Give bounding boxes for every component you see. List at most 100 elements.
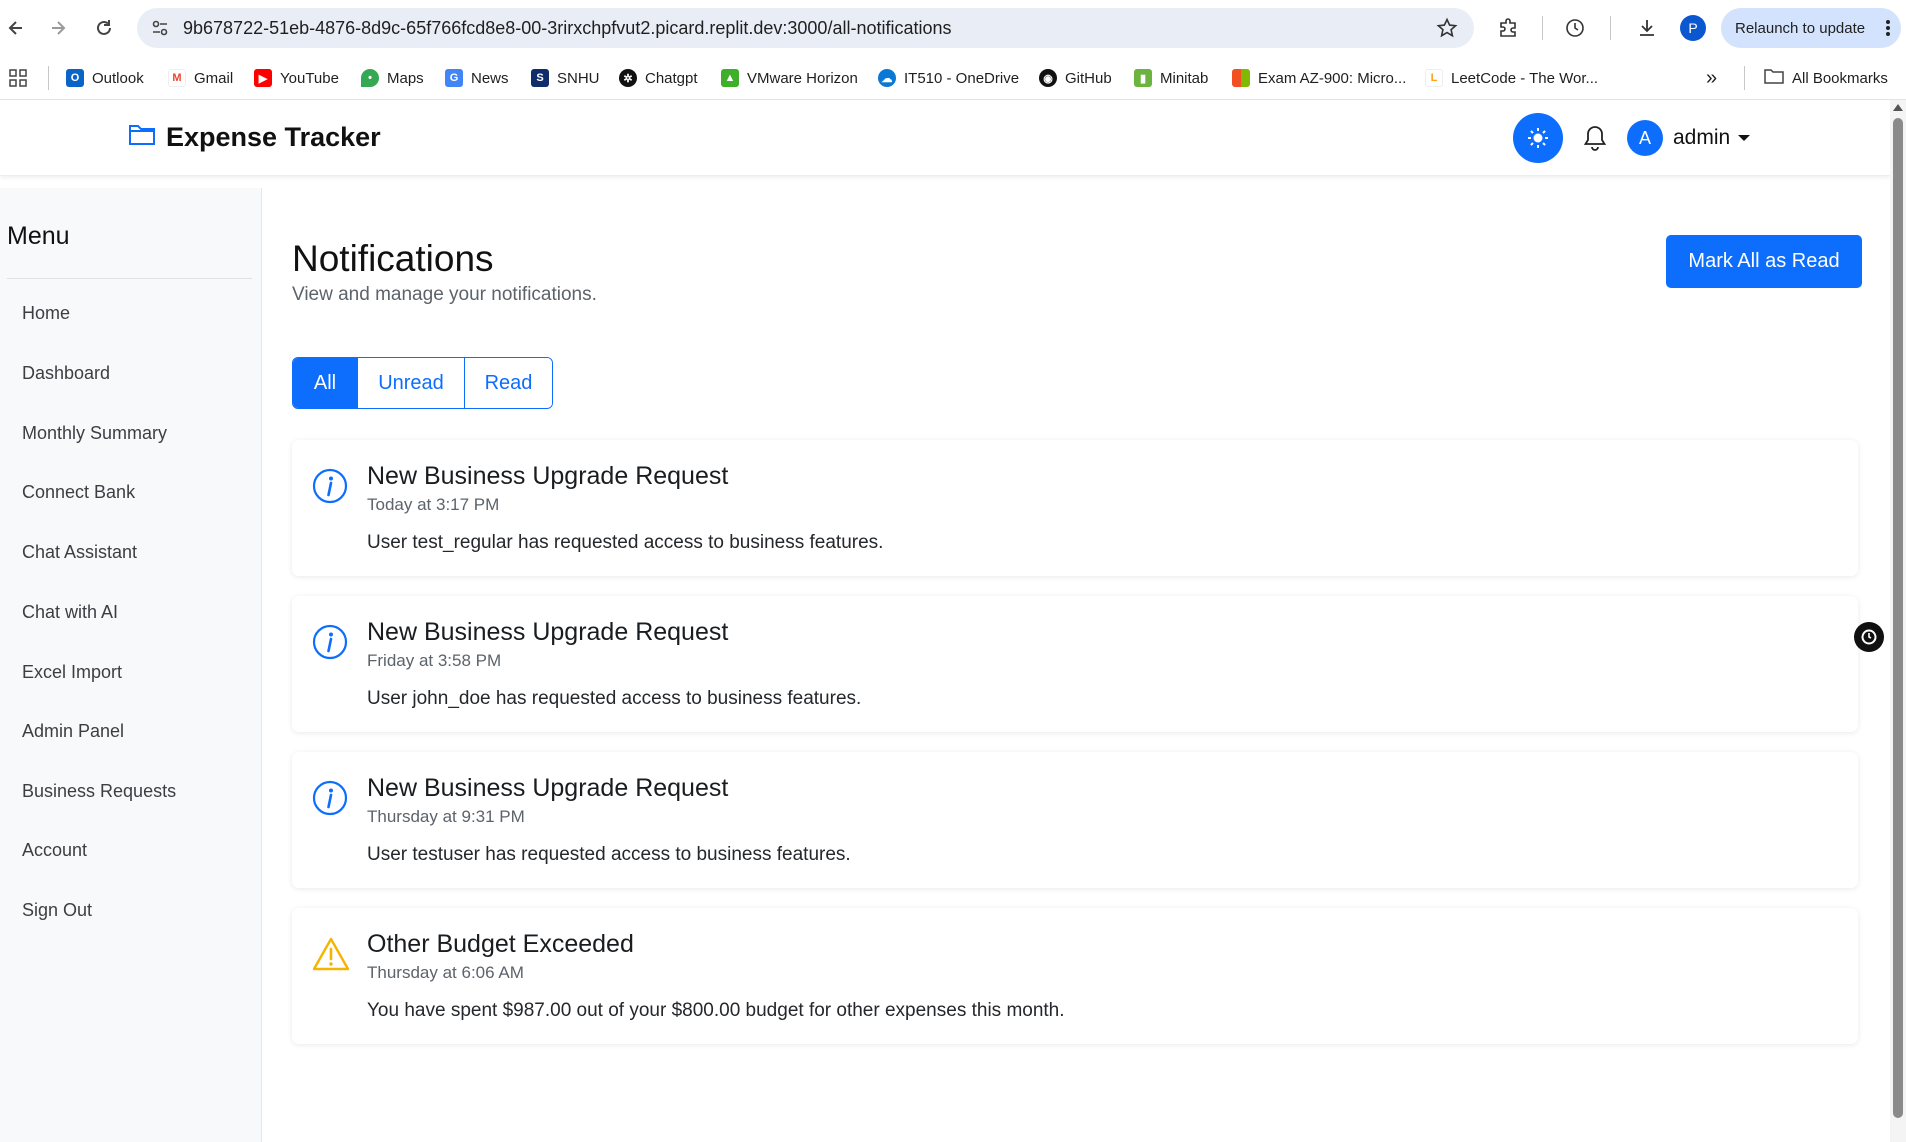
scrollbar-thumb[interactable] [1893,118,1903,1118]
gmail-icon: M [168,69,186,87]
mark-all-read-button[interactable]: Mark All as Read [1666,235,1862,288]
notification-message: You have spent $987.00 out of your $800.… [367,1000,1065,1021]
filter-unread-button[interactable]: Unread [358,358,465,408]
chatgpt-icon: ✲ [619,69,637,87]
info-icon [312,624,348,665]
info-icon [312,780,348,821]
bookmark-maps[interactable]: • Maps [361,66,424,90]
bookmarks-divider [48,66,49,90]
back-button[interactable] [2,14,30,42]
brand-link[interactable]: Expense Tracker [128,122,381,153]
bookmark-snhu[interactable]: S SNHU [531,66,600,90]
sidebar-item-business-requests[interactable]: Business Requests [22,781,176,802]
filter-read-button[interactable]: Read [465,358,552,408]
forward-button[interactable] [44,14,72,42]
sidebar-item-chat-with-ai[interactable]: Chat with AI [22,602,118,623]
bookmark-az900[interactable]: Exam AZ-900: Micro... [1232,66,1406,90]
brand-name: Expense Tracker [166,122,381,152]
maps-pin-icon: • [361,69,379,87]
outlook-icon: O [66,69,84,87]
sidebar-item-excel-import[interactable]: Excel Import [22,662,122,683]
notification-time: Friday at 3:58 PM [367,651,502,670]
chat-widget-icon[interactable] [1854,622,1884,652]
theme-toggle-button[interactable] [1513,113,1563,163]
vmware-horizon-icon: ▲ [721,69,739,87]
caret-down-icon [1738,135,1751,141]
notification-card[interactable]: New Business Upgrade Request Thursday at… [292,752,1858,888]
sidebar-item-chat-assistant[interactable]: Chat Assistant [22,542,137,563]
back-arrow-icon [8,21,22,35]
app-header: Expense Tracker A admin [0,100,1890,176]
sun-icon [1528,128,1548,148]
relaunch-button[interactable]: Relaunch to update [1721,8,1901,48]
username: admin [1673,126,1731,149]
onedrive-cloud-icon: ☁ [878,69,896,87]
page-subtitle: View and manage your notifications. [292,284,597,305]
folder-icon [128,122,156,153]
bookmark-leetcode[interactable]: L LeetCode - The Wor... [1425,66,1598,90]
notification-card[interactable]: New Business Upgrade Request Friday at 3… [292,596,1858,732]
bookmark-news[interactable]: G News [445,66,509,90]
info-icon [312,468,348,509]
profile-avatar[interactable]: P [1680,15,1706,41]
notification-card[interactable]: New Business Upgrade Request Today at 3:… [292,440,1858,576]
notifications-bell-icon[interactable] [1583,124,1607,157]
bookmarks-bar: O Outlook M Gmail ▶ YouTube • Maps G News S SN… [0,56,1906,100]
address-bar[interactable]: 9b678722-51eb-4876-8d9c-65f766fcd8e8-00-… [137,8,1474,48]
notification-title: New Business Upgrade Request [367,774,729,802]
notification-title: Other Budget Exceeded [367,930,634,958]
user-menu-dropdown[interactable]: admin [1673,126,1751,150]
sidebar-item-admin-panel[interactable]: Admin Panel [22,721,124,742]
snhu-shield-icon: S [531,69,549,87]
notification-title: New Business Upgrade Request [367,618,729,646]
all-bookmarks-button[interactable]: All Bookmarks [1764,66,1888,90]
reload-icon [97,20,111,35]
filter-button-group: All Unread Read [292,357,553,409]
sidebar-item-monthly-summary[interactable]: Monthly Summary [22,423,167,444]
sidebar-item-account[interactable]: Account [22,840,87,861]
minitab-icon: ▮ [1134,69,1152,87]
bookmark-youtube[interactable]: ▶ YouTube [254,66,339,90]
user-avatar[interactable]: A [1627,120,1663,156]
browser-toolbar: 9b678722-51eb-4876-8d9c-65f766fcd8e8-00-… [0,0,1906,56]
site-settings-icon[interactable] [151,19,169,42]
download-icon[interactable] [1633,14,1661,42]
url-text: 9b678722-51eb-4876-8d9c-65f766fcd8e8-00-… [183,18,952,38]
sidebar-item-connect-bank[interactable]: Connect Bank [22,482,135,503]
extensions-icon[interactable] [1494,14,1522,42]
page-title: Notifications [292,238,494,279]
bookmarks-divider [1744,66,1745,90]
notification-card[interactable]: Other Budget Exceeded Thursday at 6:06 A… [292,908,1858,1044]
notification-message: User testuser has requested access to bu… [367,844,851,865]
sidebar-title: Menu [7,222,70,250]
bookmark-onedrive[interactable]: ☁ IT510 - OneDrive [878,66,1019,90]
microsoft-logo-icon [1232,69,1250,87]
bookmark-gmail[interactable]: M Gmail [168,66,233,90]
bookmark-minitab[interactable]: ▮ Minitab [1134,66,1208,90]
page-scrollbar[interactable] [1890,100,1906,1142]
notification-time: Thursday at 9:31 PM [367,807,525,826]
bookmark-github[interactable]: ◉ GitHub [1039,66,1112,90]
main-content: Notifications View and manage your notif… [262,188,1890,1142]
notification-time: Today at 3:17 PM [367,495,500,514]
toolbar-divider [1542,16,1543,40]
forward-arrow-icon [52,21,66,35]
toolbar-divider [1610,16,1611,40]
reload-button[interactable] [90,14,118,42]
scroll-up-arrow-icon[interactable] [1893,104,1903,111]
bookmark-chatgpt[interactable]: ✲ Chatgpt [619,66,698,90]
filter-all-button[interactable]: All [293,358,358,408]
sidebar-item-dashboard[interactable]: Dashboard [22,363,110,384]
more-bookmarks-button[interactable]: » [1706,66,1717,90]
sidebar-item-sign-out[interactable]: Sign Out [22,900,92,921]
github-icon: ◉ [1039,69,1057,87]
history-icon[interactable] [1561,14,1589,42]
sidebar-item-home[interactable]: Home [22,303,70,324]
warning-icon [312,936,350,977]
relaunch-label: Relaunch to update [1735,19,1866,37]
bookmark-star-icon[interactable] [1436,17,1458,44]
apps-grid-icon[interactable] [9,66,27,90]
notification-time: Thursday at 6:06 AM [367,963,524,982]
bookmark-outlook[interactable]: O Outlook [66,66,144,90]
bookmark-vmware-horizon[interactable]: ▲ VMware Horizon [721,66,858,90]
